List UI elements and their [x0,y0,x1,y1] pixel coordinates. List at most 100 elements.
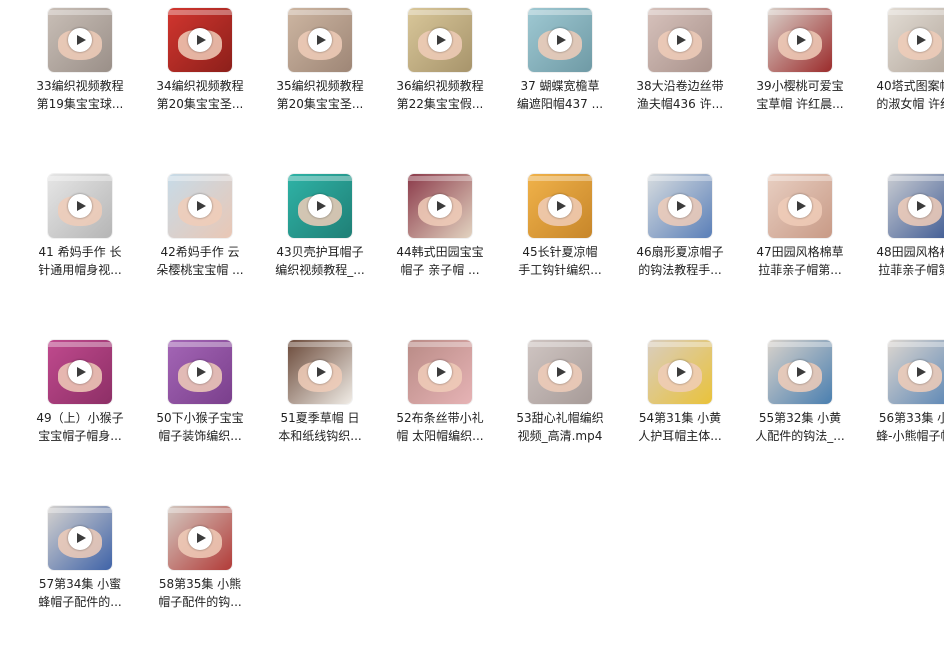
video-thumbnail [48,506,112,570]
video-thumbnail [768,340,832,404]
play-icon [68,360,92,384]
video-thumbnail [288,340,352,404]
video-thumbnail [48,174,112,238]
video-file-item[interactable]: 53甜心礼帽编织 视频_高清.mp4 [508,332,612,482]
video-thumbnail [648,174,712,238]
thumbnail-caption-strip [888,176,944,181]
video-file-item[interactable]: 51夏季草帽 日 本和纸线钩织... [268,332,372,482]
video-file-item[interactable]: 55第32集 小黄 人配件的钩法_... [748,332,852,482]
play-icon [428,28,452,52]
video-file-item[interactable]: 54第31集 小黄 人护耳帽主体... [628,332,732,482]
play-icon [788,194,812,218]
video-file-item[interactable]: 36编织视频教程 第22集宝宝假... [388,0,492,150]
play-icon [68,526,92,550]
thumbnail-caption-strip [888,10,944,15]
file-name-label: 43贝壳护耳帽子 编织视频教程_... [275,245,365,277]
file-name-label: 46扇形夏凉帽子 的钩法教程手... [636,245,724,277]
video-thumbnail [528,8,592,72]
file-name-label: 57第34集 小蜜 蜂帽子配件的... [38,577,122,609]
file-name-label: 51夏季草帽 日 本和纸线钩织... [278,411,362,443]
file-name-label: 53甜心礼帽编织 视频_高清.mp4 [516,411,604,443]
video-thumbnail [648,8,712,72]
play-icon [548,194,572,218]
file-name-label: 33编织视频教程 第19集宝宝球... [36,79,124,111]
video-thumbnail [48,340,112,404]
video-file-item[interactable]: 43贝壳护耳帽子 编织视频教程_... [268,166,372,316]
video-file-item[interactable]: 45长针夏凉帽 手工钩针编织... [508,166,612,316]
video-file-item[interactable]: 57第34集 小蜜 蜂帽子配件的... [28,498,132,648]
video-thumbnail [528,174,592,238]
video-file-item[interactable]: 44韩式田园宝宝 帽子 亲子帽 ... [388,166,492,316]
thumbnail-caption-strip [528,10,592,15]
video-file-item[interactable]: 50下小猴子宝宝 帽子装饰编织... [148,332,252,482]
video-thumbnail [168,8,232,72]
video-thumbnail [48,8,112,72]
play-icon [68,28,92,52]
video-file-item[interactable]: 37 蝴蝶宽檐草 编遮阳帽437 ... [508,0,612,150]
video-thumbnail [768,174,832,238]
file-name-label: 35编织视频教程 第20集宝宝圣... [276,79,364,111]
video-thumbnail [888,8,944,72]
play-icon [668,194,692,218]
video-file-item[interactable]: 56第33集 小蜜 蜂-小熊帽子帽... [868,332,944,482]
play-icon [668,28,692,52]
thumbnail-caption-strip [168,176,232,181]
video-thumbnail [168,174,232,238]
video-file-item[interactable]: 34编织视频教程 第20集宝宝圣... [148,0,252,150]
video-file-item[interactable]: 40塔式图案帽檐 的淑女帽 许红... [868,0,944,150]
video-file-item[interactable]: 35编织视频教程 第20集宝宝圣... [268,0,372,150]
file-name-label: 55第32集 小黄 人配件的钩法_... [755,411,845,443]
thumbnail-caption-strip [888,342,944,347]
thumbnail-caption-strip [768,342,832,347]
video-file-item[interactable]: 58第35集 小熊 帽子配件的钩... [148,498,252,648]
file-name-label: 56第33集 小蜜 蜂-小熊帽子帽... [876,411,944,443]
file-name-label: 40塔式图案帽檐 的淑女帽 许红... [876,79,944,111]
video-file-item[interactable]: 39小樱桃可爱宝 宝草帽 许红晨... [748,0,852,150]
play-icon [188,526,212,550]
play-icon [428,194,452,218]
thumbnail-caption-strip [528,176,592,181]
video-thumbnail [408,8,472,72]
thumbnail-caption-strip [288,176,352,181]
thumbnail-caption-strip [648,10,712,15]
video-file-item[interactable]: 48田园风格棉草 拉菲亲子帽第... [868,166,944,316]
video-file-item[interactable]: 38大沿卷边丝带 渔夫帽436 许... [628,0,732,150]
file-name-label: 50下小猴子宝宝 帽子装饰编织... [156,411,244,443]
video-file-item[interactable]: 33编织视频教程 第19集宝宝球... [28,0,132,150]
video-thumbnail [168,340,232,404]
video-file-item[interactable]: 42希妈手作 云 朵樱桃宝宝帽 ... [148,166,252,316]
play-icon [908,28,932,52]
thumbnail-caption-strip [408,10,472,15]
play-icon [548,360,572,384]
file-name-label: 39小樱桃可爱宝 宝草帽 许红晨... [756,79,844,111]
video-file-item[interactable]: 52布条丝带小礼 帽 太阳帽编织... [388,332,492,482]
file-name-label: 58第35集 小熊 帽子配件的钩... [158,577,242,609]
play-icon [788,28,812,52]
video-thumbnail [168,506,232,570]
thumbnail-caption-strip [408,342,472,347]
thumbnail-caption-strip [168,508,232,513]
thumbnail-caption-strip [168,10,232,15]
video-thumbnail [648,340,712,404]
file-name-label: 52布条丝带小礼 帽 太阳帽编织... [396,411,484,443]
thumbnail-caption-strip [288,10,352,15]
thumbnail-caption-strip [648,342,712,347]
thumbnail-caption-strip [528,342,592,347]
file-name-label: 36编织视频教程 第22集宝宝假... [396,79,484,111]
thumbnail-caption-strip [48,508,112,513]
video-thumbnail [288,8,352,72]
video-thumbnail [408,340,472,404]
video-file-item[interactable]: 46扇形夏凉帽子 的钩法教程手... [628,166,732,316]
video-file-item[interactable]: 41 希妈手作 长 针通用帽身视... [28,166,132,316]
play-icon [668,360,692,384]
file-name-label: 49（上）小猴子 宝宝帽子帽身... [36,411,124,443]
video-thumbnail [408,174,472,238]
thumbnail-caption-strip [48,176,112,181]
video-file-item[interactable]: 49（上）小猴子 宝宝帽子帽身... [28,332,132,482]
file-name-label: 47田园风格棉草 拉菲亲子帽第... [756,245,844,277]
file-name-label: 38大沿卷边丝带 渔夫帽436 许... [636,79,724,111]
file-grid: 33编织视频教程 第19集宝宝球... 34编织视频教程 第20集宝宝圣... 35… [0,0,944,621]
video-thumbnail [288,174,352,238]
file-name-label: 54第31集 小黄 人护耳帽主体... [638,411,722,443]
video-file-item[interactable]: 47田园风格棉草 拉菲亲子帽第... [748,166,852,316]
